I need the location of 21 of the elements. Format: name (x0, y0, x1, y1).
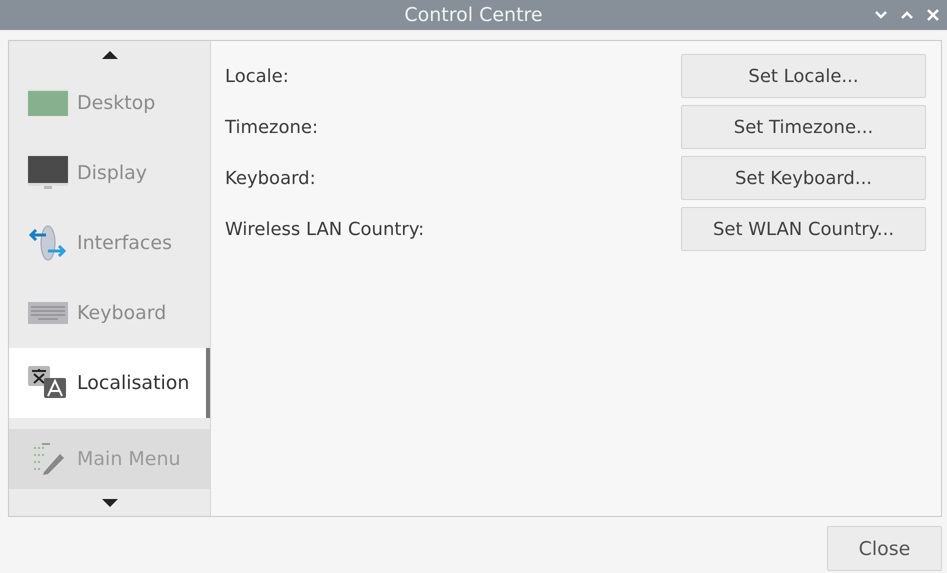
setting-button[interactable]: Set WLAN Country... (681, 207, 926, 251)
scroll-down-icon[interactable] (102, 498, 118, 506)
sidebar-item[interactable]: Localisation (9, 348, 210, 418)
keyboard-icon (28, 302, 68, 324)
desktop-icon (28, 89, 68, 117)
close-button[interactable]: Close (827, 526, 942, 571)
setting-label: Locale: (225, 66, 289, 86)
close-icon[interactable] (927, 9, 939, 21)
minimize-icon[interactable] (875, 11, 887, 19)
maximize-icon[interactable] (901, 11, 913, 19)
setting-label: Timezone: (225, 116, 318, 138)
scroll-up-icon[interactable] (102, 50, 118, 58)
setting-button[interactable]: Set Keyboard... (681, 156, 926, 200)
setting-label: Keyboard: (225, 168, 316, 188)
window-title: Control Centre (404, 4, 543, 26)
setting-button[interactable]: Set Timezone... (681, 105, 926, 149)
translate-icon (28, 366, 68, 400)
setting-button[interactable]: Set Locale... (681, 54, 926, 98)
setting-label: Wireless LAN Country: (225, 218, 424, 240)
network-arrows-icon (28, 225, 68, 261)
monitor-icon (28, 156, 68, 190)
